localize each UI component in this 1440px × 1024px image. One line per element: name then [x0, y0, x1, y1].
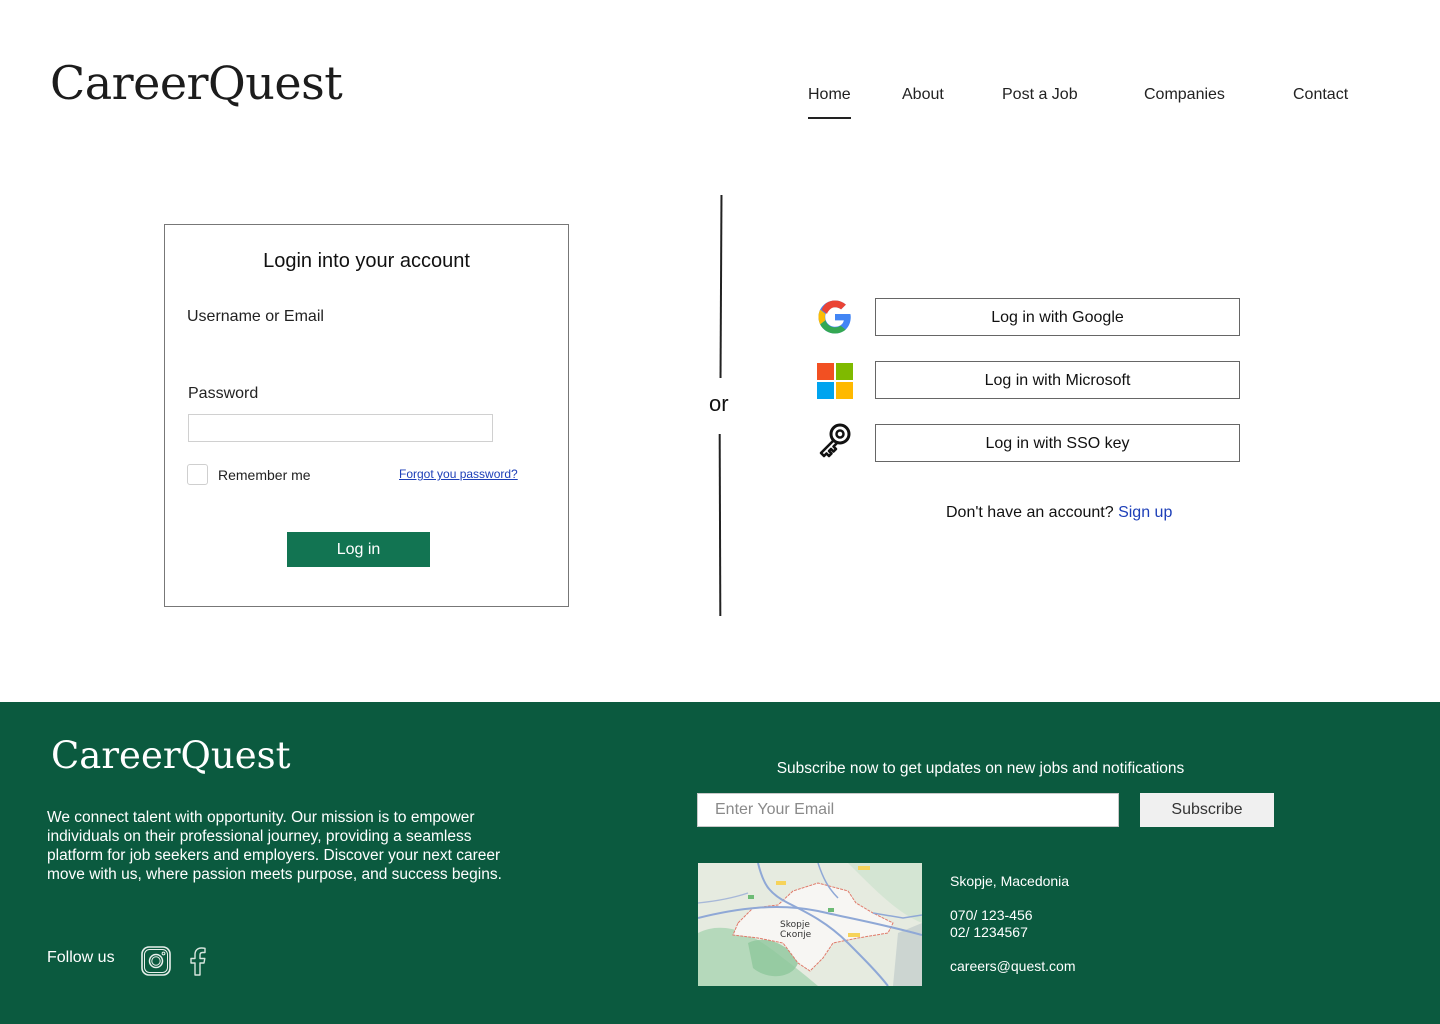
- forgot-password-link[interactable]: Forgot you password?: [399, 467, 518, 481]
- remember-me-checkbox[interactable]: [187, 464, 208, 485]
- footer: CareerQuest We connect talent with oppor…: [0, 702, 1440, 1024]
- remember-me-label[interactable]: Remember me: [218, 467, 311, 483]
- login-title: Login into your account: [263, 250, 470, 272]
- subscribe-heading: Subscribe now to get updates on new jobs…: [776, 760, 1185, 777]
- login-card: Login into your account Username or Emai…: [164, 224, 569, 607]
- map-city-label: Skopje: [780, 920, 810, 930]
- nav-post-a-job[interactable]: Post a Job: [1002, 86, 1078, 104]
- login-button[interactable]: Log in: [287, 532, 430, 567]
- footer-logo[interactable]: CareerQuest: [51, 737, 290, 774]
- divider-line-bottom: [718, 433, 721, 617]
- contact-email[interactable]: careers@quest.com: [950, 958, 1075, 974]
- map-city-label-cyrillic: Скопје: [780, 930, 812, 940]
- instagram-icon[interactable]: [140, 945, 172, 977]
- map-graphic: Skopje Скопје: [698, 863, 922, 986]
- nav-home[interactable]: Home: [808, 86, 851, 119]
- sso-key-login-button[interactable]: Log in with SSO key: [875, 424, 1240, 462]
- main-nav: Home About Post a Job Companies Contact: [0, 86, 1440, 120]
- contact-phone-1: 070/ 123-456: [950, 907, 1033, 923]
- signup-link[interactable]: Sign up: [1118, 504, 1172, 521]
- nav-about[interactable]: About: [902, 86, 944, 104]
- facebook-icon[interactable]: [182, 945, 214, 977]
- google-icon: [818, 300, 851, 334]
- contact-phone-2: 02/ 1234567: [950, 924, 1028, 940]
- contact-location: Skopje, Macedonia: [950, 873, 1070, 889]
- subscribe-button[interactable]: Subscribe: [1140, 793, 1274, 827]
- username-label: Username or Email: [187, 308, 324, 325]
- follow-us-label: Follow us: [47, 949, 115, 966]
- key-icon: [819, 423, 851, 458]
- password-input[interactable]: [188, 414, 493, 442]
- nav-contact[interactable]: Contact: [1293, 86, 1348, 104]
- microsoft-login-button[interactable]: Log in with Microsoft: [875, 361, 1240, 399]
- nav-companies[interactable]: Companies: [1144, 86, 1225, 104]
- location-map[interactable]: Skopje Скопје: [698, 863, 922, 986]
- microsoft-icon: [817, 363, 853, 399]
- username-input[interactable]: [188, 335, 493, 363]
- signup-prompt-text: Don't have an account?: [946, 504, 1114, 521]
- subscribe-email-input[interactable]: [697, 793, 1119, 827]
- password-label: Password: [188, 385, 259, 402]
- footer-description: We connect talent with opportunity. Our …: [47, 809, 502, 883]
- or-divider-label: or: [709, 391, 729, 416]
- google-login-button[interactable]: Log in with Google: [875, 298, 1240, 336]
- divider-line-top: [719, 194, 722, 379]
- signup-prompt: Don't have an account? Sign up: [946, 504, 1172, 522]
